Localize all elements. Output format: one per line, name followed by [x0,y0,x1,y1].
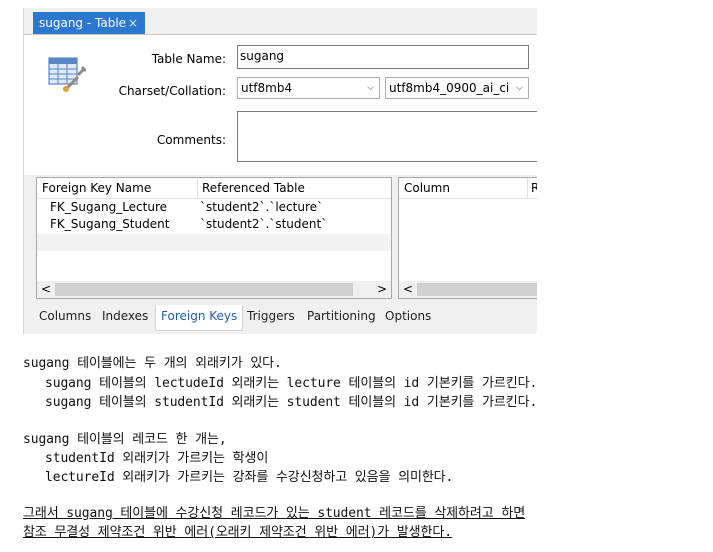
fk-name-cell: FK_Sugang_Student [50,217,170,231]
scrollbar-thumb[interactable] [417,283,537,296]
table-name-input[interactable]: sugang [237,45,529,69]
table-row-empty[interactable] [37,234,391,251]
col-header-column[interactable]: Column [404,181,450,195]
tab-title: sugang - Table [39,16,127,30]
scroll-right-icon[interactable]: > [377,281,387,298]
explanation-line-1: sugang 테이블에는 두 개의 외래키가 있다. [23,356,282,371]
collation-value: utf8mb4_0900_ai_ci [389,81,510,95]
explanation-line-4: sugang 테이블의 레코드 한 개는, [23,432,227,447]
explanation-line-8: 참조 무결성 제약조건 위반 에러(오래키 제약조건 위반 에러)가 발생한다. [23,525,452,540]
explanation-line-2: sugang 테이블의 lectudeId 외래키는 lecture 테이블의 … [45,376,538,391]
document-tabbar: sugang - Table × [24,8,537,35]
horizontal-scrollbar[interactable]: < > [37,281,391,298]
close-icon[interactable]: × [128,12,138,34]
charset-label: Charset/Collation: [118,84,226,98]
table-row[interactable]: FK_Sugang_Lecture `student2`.`lecture` [37,199,391,216]
tab-triggers[interactable]: Triggers [242,305,300,330]
col-header-fk-name[interactable]: Foreign Key Name [42,181,151,195]
comments-label: Comments: [156,133,226,147]
explanation-line-5: studentId 외래키가 가르키는 학생이 [45,451,269,466]
explanation-line-3: sugang 테이블의 studentId 외래키는 student 테이블의 … [45,395,538,410]
table-row[interactable]: FK_Sugang_Student `student2`.`student` [37,216,391,233]
table-name-label: Table Name: [151,52,226,66]
table-properties-form: Table Name: sugang Charset/Collation: ut… [24,35,537,175]
mysql-table-editor: sugang - Table × Table Name: sugang Char… [23,8,537,334]
tab-columns[interactable]: Columns [34,305,96,330]
charset-select[interactable]: utf8mb4 ⌵ [237,77,380,99]
collation-select[interactable]: utf8mb4_0900_ai_ci ⌵ [385,77,529,99]
fk-list-header: Foreign Key Name Referenced Table [37,178,391,199]
ref-table-cell: `student2`.`lecture` [200,200,323,214]
foreign-keys-area: Foreign Key Name Referenced Table FK_Sug… [24,175,537,304]
chevron-down-icon: ⌵ [516,83,523,93]
scrollbar-thumb[interactable] [55,283,353,296]
header-separator [197,178,198,198]
tab-sugang-table[interactable]: sugang - Table × [33,12,145,34]
tab-foreign-keys[interactable]: Foreign Keys [155,305,244,331]
editor-tab-strip: Columns Indexes Foreign Keys Triggers Pa… [24,305,537,334]
comments-textarea[interactable] [237,111,537,162]
scroll-left-icon[interactable]: < [41,281,51,298]
fk-column-list[interactable]: Column R < [398,177,537,299]
fk-name-cell: FK_Sugang_Lecture [50,200,168,214]
foreign-key-list[interactable]: Foreign Key Name Referenced Table FK_Sug… [36,177,392,299]
tab-indexes[interactable]: Indexes [97,305,153,330]
column-list-header: Column R [399,178,537,199]
ref-table-cell: `student2`.`student` [200,217,328,231]
header-separator [527,178,528,198]
explanation-line-6: lectureId 외래키가 가르키는 강좌를 수강신청하고 있음을 의미한다. [45,470,454,485]
tab-partitioning[interactable]: Partitioning [302,305,381,330]
charset-value: utf8mb4 [241,81,293,95]
col-header-ref-table[interactable]: Referenced Table [202,181,305,195]
chevron-down-icon: ⌵ [367,83,374,93]
scroll-left-icon[interactable]: < [403,281,413,298]
col-header-referenced-column[interactable]: R [531,181,537,195]
horizontal-scrollbar[interactable]: < [399,281,537,298]
tab-options[interactable]: Options [380,305,436,330]
table-wrench-icon [48,57,86,92]
explanation-line-7: 그래서 sugang 테이블에 수강신청 레코드가 있는 student 레코드… [23,506,526,521]
